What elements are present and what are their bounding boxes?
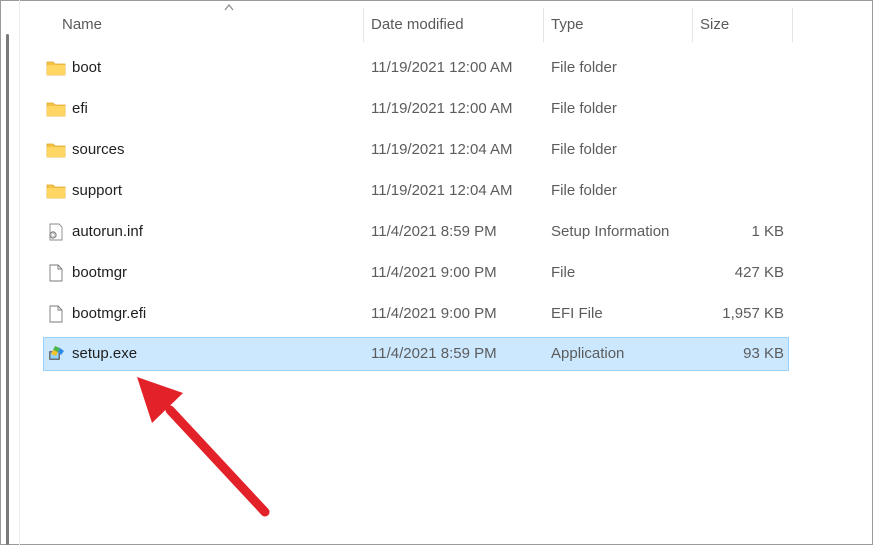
file-icon xyxy=(46,264,66,282)
column-separator[interactable] xyxy=(543,8,544,42)
file-date-modified: 11/4/2021 8:59 PM xyxy=(371,223,497,240)
file-size: 1,957 KB xyxy=(722,305,784,322)
file-name: efi xyxy=(72,100,88,117)
file-type: File folder xyxy=(551,182,617,199)
file-row-bootmgr[interactable]: bootmgr 11/4/2021 9:00 PM File 427 KB xyxy=(43,256,789,289)
file-name: boot xyxy=(72,59,102,76)
folder-icon xyxy=(46,59,66,77)
folder-icon xyxy=(46,100,66,118)
column-header-name[interactable]: Name xyxy=(56,8,362,42)
file-row-bootmgr-efi[interactable]: bootmgr.efi 11/4/2021 9:00 PM EFI File 1… xyxy=(43,297,789,330)
file-date-modified: 11/19/2021 12:00 AM xyxy=(371,59,513,76)
file-row-efi[interactable]: efi 11/19/2021 12:00 AM File folder xyxy=(43,92,789,125)
pane-divider[interactable] xyxy=(19,0,20,545)
column-header-date-label: Date modified xyxy=(371,16,464,33)
file-row-support[interactable]: support 11/19/2021 12:04 AM File folder xyxy=(43,174,789,207)
file-type: EFI File xyxy=(551,305,603,322)
file-row-autorun-inf[interactable]: autorun.inf 11/4/2021 8:59 PM Setup Info… xyxy=(43,215,789,248)
file-date-modified: 11/19/2021 12:00 AM xyxy=(371,100,513,117)
file-date-modified: 11/19/2021 12:04 AM xyxy=(371,141,513,158)
file-size: 1 KB xyxy=(751,223,784,240)
file-name: bootmgr.efi xyxy=(72,305,147,322)
file-size: 427 KB xyxy=(734,264,784,281)
file-date-modified: 11/4/2021 9:00 PM xyxy=(371,264,497,281)
file-name: sources xyxy=(72,141,125,158)
file-row-boot[interactable]: boot 11/19/2021 12:00 AM File folder xyxy=(43,51,789,84)
folder-icon xyxy=(46,141,66,159)
file-name: autorun.inf xyxy=(72,223,143,240)
application-icon xyxy=(46,345,66,363)
column-separator[interactable] xyxy=(792,8,793,42)
column-separator[interactable] xyxy=(363,8,364,42)
column-header-name-label: Name xyxy=(62,16,103,33)
file-type: File xyxy=(551,264,576,281)
navigation-scrollbar[interactable] xyxy=(6,34,9,545)
column-header-date[interactable]: Date modified xyxy=(365,8,541,42)
file-type: Application xyxy=(551,345,625,362)
file-row-sources[interactable]: sources 11/19/2021 12:04 AM File folder xyxy=(43,133,789,166)
file-name: setup.exe xyxy=(72,345,138,362)
column-header-type-label: Type xyxy=(551,16,584,33)
folder-icon xyxy=(46,182,66,200)
file-date-modified: 11/19/2021 12:04 AM xyxy=(371,182,513,199)
file-type: File folder xyxy=(551,59,617,76)
file-icon xyxy=(46,305,66,323)
file-name: support xyxy=(72,182,123,199)
file-type: File folder xyxy=(551,100,617,117)
file-date-modified: 11/4/2021 9:00 PM xyxy=(371,305,497,322)
file-row-setup-exe[interactable]: setup.exe 11/4/2021 8:59 PM Application … xyxy=(43,337,789,371)
column-header-bar: Name Date modified Type Size xyxy=(20,4,800,42)
file-type: Setup Information xyxy=(551,223,670,240)
setup-info-icon xyxy=(46,223,66,241)
file-size: 93 KB xyxy=(743,345,784,362)
column-separator[interactable] xyxy=(692,8,693,42)
column-header-size-label: Size xyxy=(700,16,730,33)
column-header-size[interactable]: Size xyxy=(694,8,790,42)
column-header-type[interactable]: Type xyxy=(545,8,691,42)
file-date-modified: 11/4/2021 8:59 PM xyxy=(371,345,497,362)
file-name: bootmgr xyxy=(72,264,128,281)
navigation-pane-edge xyxy=(0,0,20,545)
file-type: File folder xyxy=(551,141,617,158)
